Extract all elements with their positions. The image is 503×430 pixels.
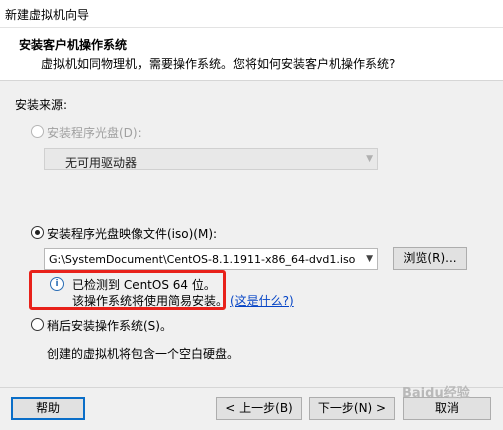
page-subtitle: 虚拟机如同物理机，需要操作系统。您将如何安装客户机操作系统?: [41, 57, 396, 71]
install-later-description: 创建的虚拟机将包含一个空白硬盘。: [47, 347, 240, 361]
iso-file-radio[interactable]: [31, 226, 44, 239]
chevron-down-icon: ▼: [366, 254, 373, 264]
radio-selected-dot: [35, 230, 40, 235]
help-button[interactable]: 帮助: [11, 397, 85, 420]
optical-drive-dropdown[interactable]: 无可用驱动器 ▼: [44, 148, 378, 170]
optical-drive-radio[interactable]: [31, 125, 44, 138]
install-later-radio[interactable]: [31, 318, 44, 331]
back-button[interactable]: < 上一步(B): [216, 397, 302, 420]
whats-this-link[interactable]: (这是什么?): [230, 292, 294, 309]
iso-path-combobox[interactable]: G:\SystemDocument\CentOS-8.1.1911-x86_64…: [44, 248, 378, 270]
browse-button[interactable]: 浏览(R)...: [393, 247, 467, 270]
install-later-label: 稍后安装操作系统(S)。: [47, 319, 172, 333]
wizard-header: 安装客户机操作系统 虚拟机如同物理机，需要操作系统。您将如何安装客户机操作系统?: [0, 28, 503, 81]
title-bar: 新建虚拟机向导: [0, 0, 503, 28]
optical-drive-label: 安装程序光盘(D):: [47, 126, 142, 140]
next-button[interactable]: 下一步(N) >: [309, 397, 395, 420]
iso-file-label: 安装程序光盘映像文件(iso)(M):: [47, 227, 218, 241]
easy-install-message: 该操作系统将使用简易安装。: [72, 294, 229, 308]
watermark: Baidu经验: [402, 386, 470, 401]
chevron-down-icon: ▼: [366, 154, 373, 164]
install-source-label: 安装来源:: [15, 98, 68, 112]
window-title: 新建虚拟机向导: [5, 8, 90, 22]
optical-drive-value: 无可用驱动器: [65, 156, 138, 170]
page-title: 安装客户机操作系统: [19, 38, 128, 52]
info-icon: i: [50, 277, 64, 291]
detection-message: 已检测到 CentOS 64 位。: [72, 278, 216, 292]
iso-path-value: G:\SystemDocument\CentOS-8.1.1911-x86_64…: [49, 253, 356, 266]
